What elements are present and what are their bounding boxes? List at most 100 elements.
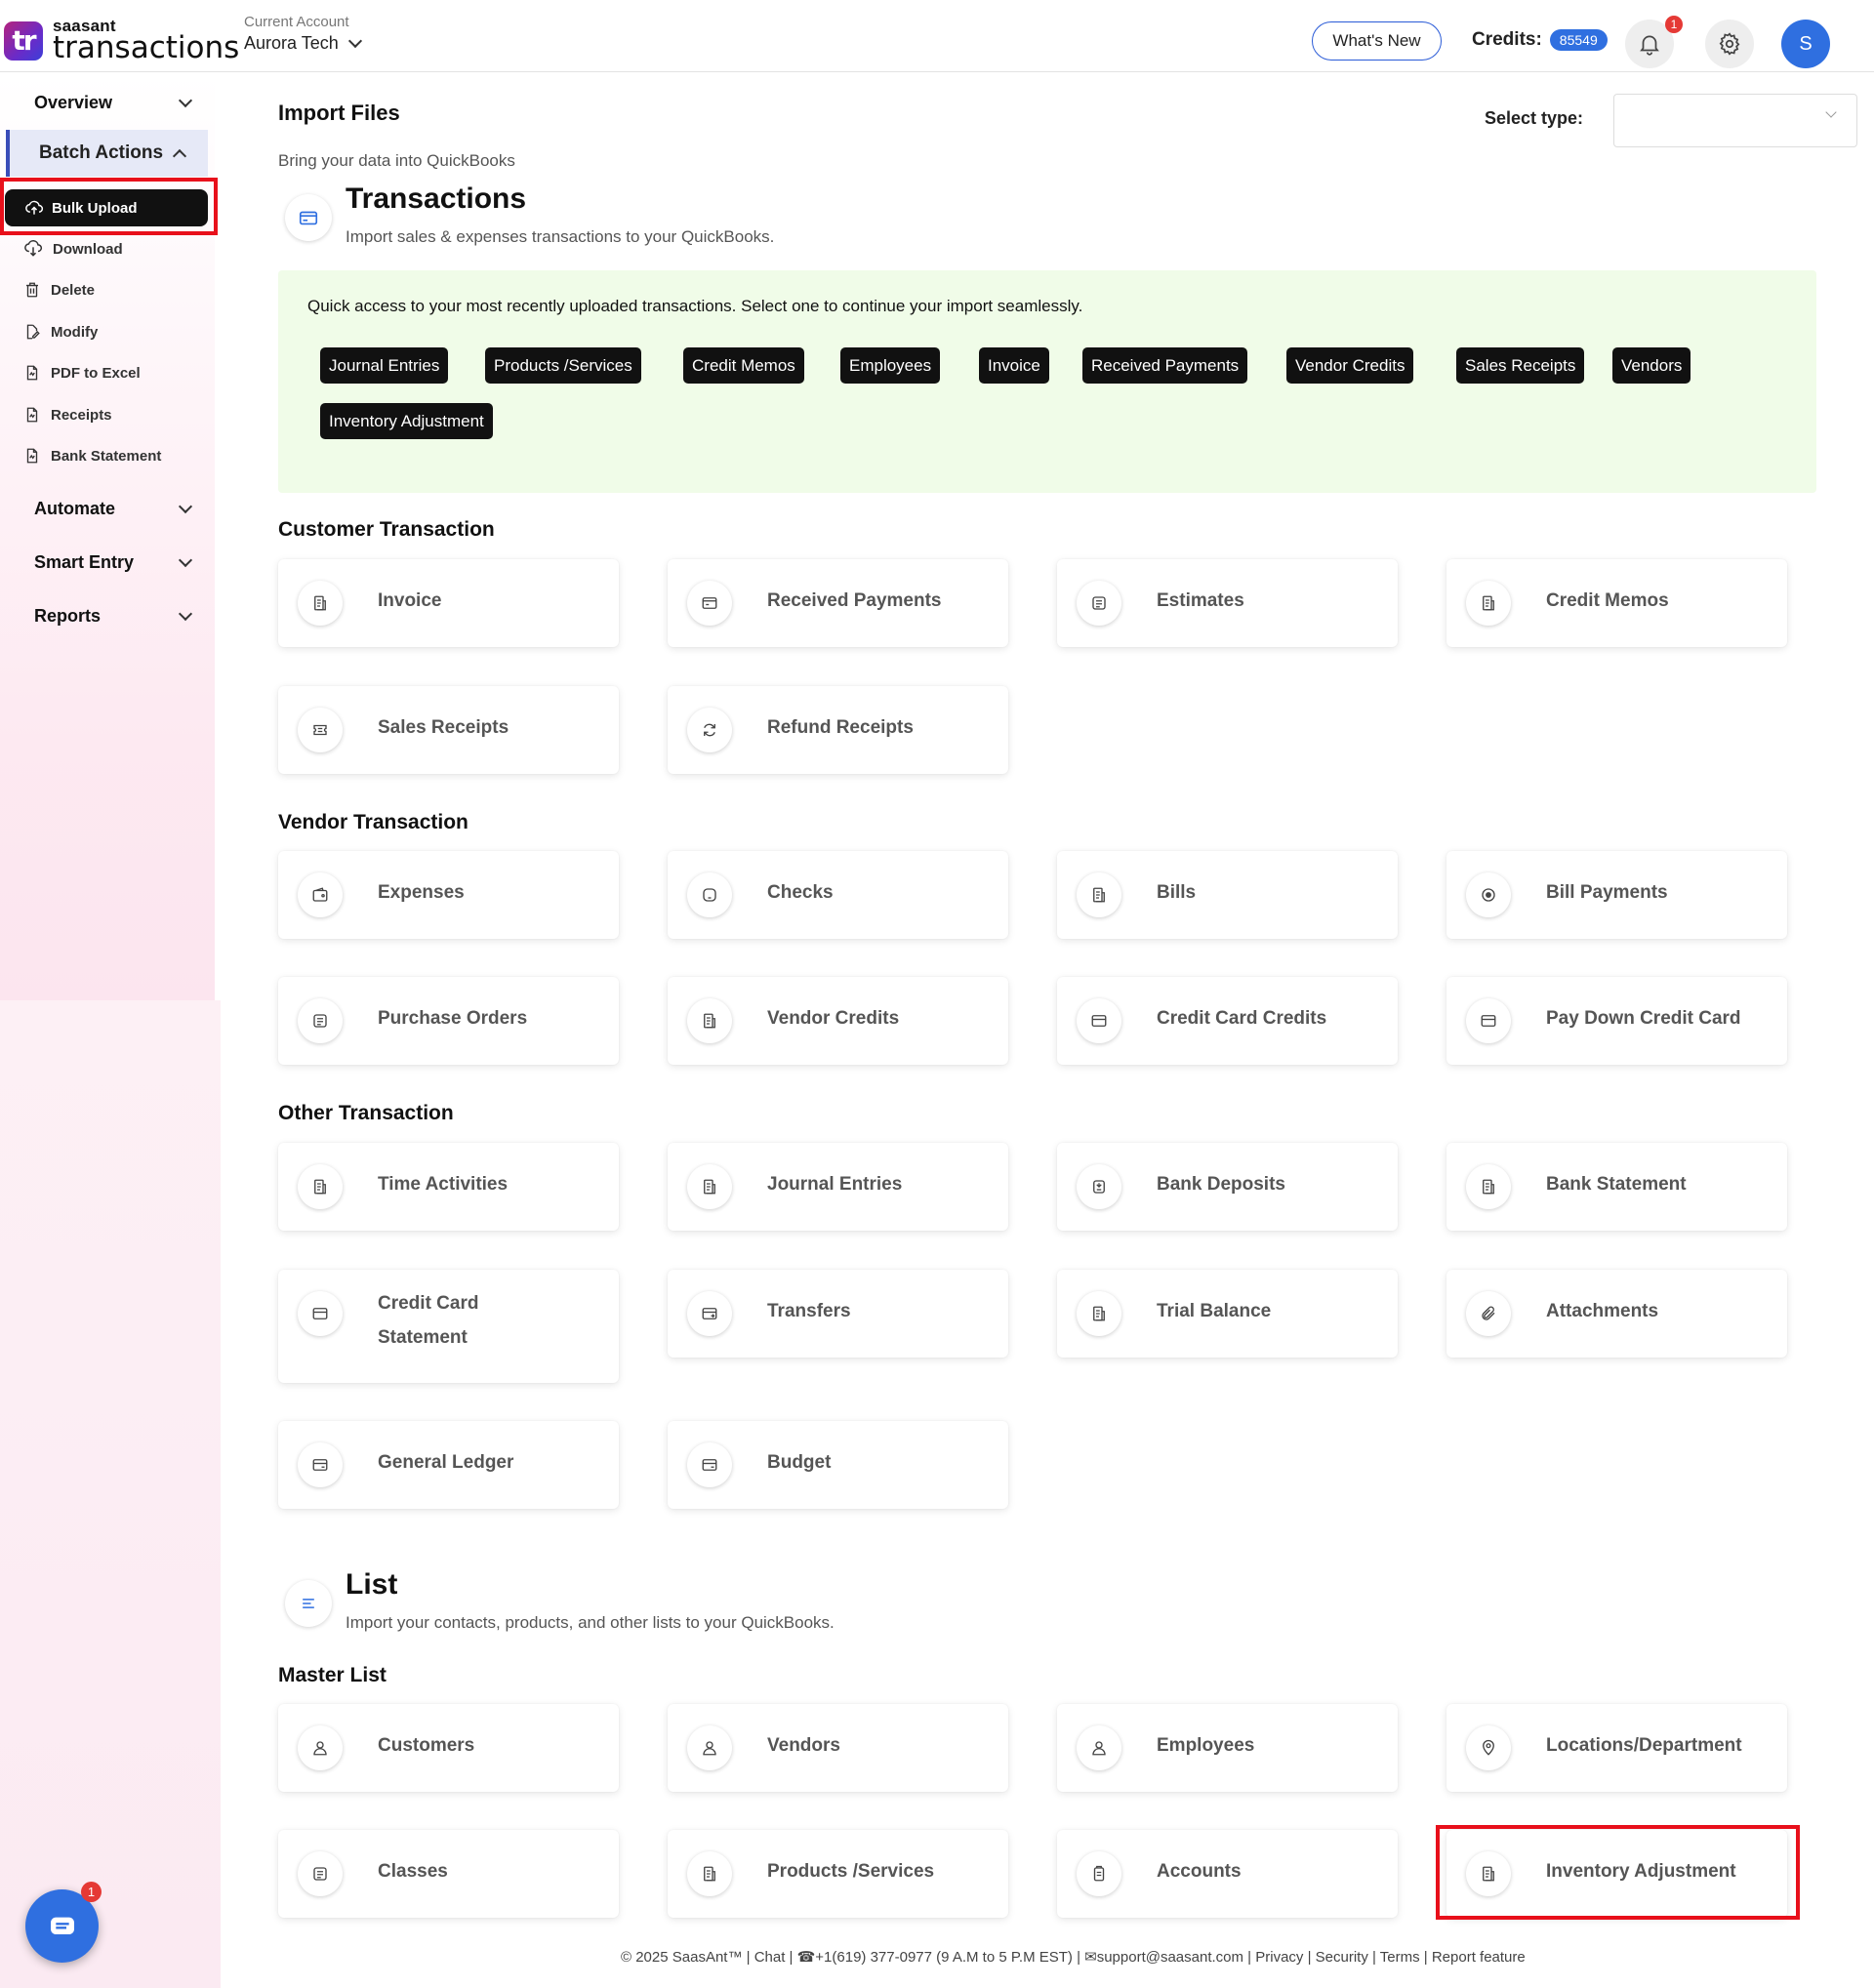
card-attachments[interactable]: Attachments — [1446, 1270, 1787, 1358]
chevron-down-icon[interactable] — [347, 33, 362, 48]
card-bank-deposits[interactable]: Bank Deposits — [1057, 1143, 1398, 1231]
sidebar-item-automate[interactable]: Automate — [34, 499, 193, 519]
card-label: Purchase Orders — [378, 1008, 528, 1029]
card-received-payments[interactable]: Received Payments — [668, 559, 1008, 647]
chip-received-payments[interactable]: Received Payments — [1082, 347, 1248, 384]
card-budget[interactable]: Budget — [668, 1421, 1008, 1509]
check-icon — [687, 872, 732, 917]
sidebar-item-reports[interactable]: Reports — [34, 606, 193, 627]
logo[interactable]: tr saasant transactions — [4, 18, 239, 63]
clipboard-icon — [298, 1164, 343, 1209]
page-subtitle: Bring your data into QuickBooks — [278, 151, 515, 170]
sidebar-item-pdf-to-excel[interactable]: PDF to Excel — [23, 364, 141, 382]
card-label: Budget — [767, 1452, 832, 1473]
card-journal-entries[interactable]: Journal Entries — [668, 1143, 1008, 1231]
card-estimates[interactable]: Estimates — [1057, 559, 1398, 647]
list-title: List — [346, 1568, 398, 1601]
user-icon — [687, 1725, 732, 1770]
card-trial-balance[interactable]: Trial Balance — [1057, 1270, 1398, 1358]
document-icon — [298, 998, 343, 1043]
card-label: Expenses — [378, 882, 465, 903]
sidebar-item-overview[interactable]: Overview — [34, 93, 193, 113]
card-invoice[interactable]: Invoice — [278, 559, 619, 647]
card-credit-card-credits[interactable]: Credit Card Credits — [1057, 977, 1398, 1065]
avatar[interactable]: S — [1781, 20, 1830, 68]
location-pin-icon — [1466, 1725, 1511, 1770]
chip-sales-receipts[interactable]: Sales Receipts — [1456, 347, 1585, 384]
notification-badge: 1 — [1665, 16, 1683, 33]
card-classes[interactable]: Classes — [278, 1830, 619, 1918]
card-label: Sales Receipts — [378, 717, 509, 738]
chip-journal-entries[interactable]: Journal Entries — [320, 347, 449, 384]
sidebar-item-receipts[interactable]: Receipts — [23, 406, 112, 424]
card-label: Received Payments — [767, 590, 942, 611]
card-label: Credit Card Statement — [378, 1293, 479, 1348]
settings-button[interactable] — [1705, 20, 1754, 68]
list-desc: Import your contacts, products, and othe… — [346, 1613, 835, 1632]
card-bills[interactable]: Bills — [1057, 851, 1398, 939]
file-icon — [26, 365, 38, 381]
card-label: Products /Services — [767, 1861, 935, 1882]
card-time-activities[interactable]: Time Activities — [278, 1143, 619, 1231]
master-list-title: Master List — [278, 1664, 387, 1686]
card-bank-statement[interactable]: Bank Statement — [1446, 1143, 1787, 1231]
card-label: Checks — [767, 882, 834, 903]
chip-credit-memos[interactable]: Credit Memos — [683, 347, 804, 384]
card-locations-department[interactable]: Locations/Department — [1446, 1704, 1787, 1792]
account-label: Current Account — [244, 14, 349, 30]
select-type-dropdown[interactable] — [1613, 94, 1857, 147]
card-pay-down-credit-card[interactable]: Pay Down Credit Card — [1446, 977, 1787, 1065]
sidebar-item-delete[interactable]: Delete — [23, 281, 95, 299]
chip-vendors[interactable]: Vendors — [1612, 347, 1691, 384]
card-purchase-orders[interactable]: Purchase Orders — [278, 977, 619, 1065]
card-accounts[interactable]: Accounts — [1057, 1830, 1398, 1918]
card-sales-receipts[interactable]: Sales Receipts — [278, 686, 619, 774]
card-checks[interactable]: Checks — [668, 851, 1008, 939]
card-label: Refund Receipts — [767, 717, 914, 738]
chip-employees[interactable]: Employees — [840, 347, 941, 384]
ticket-icon — [298, 708, 343, 752]
card-employees[interactable]: Employees — [1057, 1704, 1398, 1792]
sidebar-item-download[interactable]: Download — [23, 239, 123, 259]
chip-inventory-adjustment[interactable]: Inventory Adjustment — [320, 403, 493, 439]
card-credit-card-statement[interactable]: Credit Card Statement — [278, 1270, 619, 1383]
credit-card-icon — [298, 1291, 343, 1336]
sidebar-item-smart-entry[interactable]: Smart Entry — [34, 552, 193, 573]
card-label: Pay Down Credit Card — [1546, 1008, 1741, 1029]
sidebar-batch-label: Batch Actions — [39, 142, 164, 163]
transactions-desc: Import sales & expenses transactions to … — [346, 227, 775, 246]
sidebar-item-modify[interactable]: Modify — [23, 323, 98, 341]
page-title: Import Files — [278, 101, 400, 125]
sidebar-item-bank-statement[interactable]: Bank Statement — [23, 447, 161, 465]
whats-new-button[interactable]: What's New — [1312, 21, 1442, 61]
sidebar-item-batch-actions[interactable]: Batch Actions — [6, 130, 208, 177]
sidebar-modify-label: Modify — [51, 323, 99, 341]
card-refund-receipts[interactable]: Refund Receipts — [668, 686, 1008, 774]
vendor-transaction-title: Vendor Transaction — [278, 811, 468, 833]
credit-card-icon — [1077, 998, 1121, 1043]
card-vendors[interactable]: Vendors — [668, 1704, 1008, 1792]
credit-card-icon — [285, 194, 332, 241]
coin-icon — [1466, 872, 1511, 917]
memo-icon — [687, 998, 732, 1043]
account-switcher[interactable]: Current Account Aurora Tech — [244, 14, 362, 54]
main-content: Import Files Bring your data into QuickB… — [221, 73, 1874, 1988]
credits-label: Credits: — [1472, 29, 1542, 50]
card-credit-memos[interactable]: Credit Memos — [1446, 559, 1787, 647]
card-customers[interactable]: Customers — [278, 1704, 619, 1792]
logo-big-text: transactions — [53, 30, 240, 65]
chip-invoice[interactable]: Invoice — [979, 347, 1049, 384]
chip-vendor-credits[interactable]: Vendor Credits — [1286, 347, 1414, 384]
card-label: Transfers — [767, 1301, 851, 1321]
card-general-ledger[interactable]: General Ledger — [278, 1421, 619, 1509]
card-products-services[interactable]: Products /Services — [668, 1830, 1008, 1918]
card-transfers[interactable]: Transfers — [668, 1270, 1008, 1358]
card-vendor-credits[interactable]: Vendor Credits — [668, 977, 1008, 1065]
budget-icon — [687, 1442, 732, 1487]
card-bill-payments[interactable]: Bill Payments — [1446, 851, 1787, 939]
document-icon — [298, 1851, 343, 1896]
sidebar-delete-label: Delete — [51, 281, 96, 299]
account-name: Aurora Tech — [244, 33, 339, 53]
card-expenses[interactable]: Expenses — [278, 851, 619, 939]
chip-products-services[interactable]: Products /Services — [485, 347, 641, 384]
